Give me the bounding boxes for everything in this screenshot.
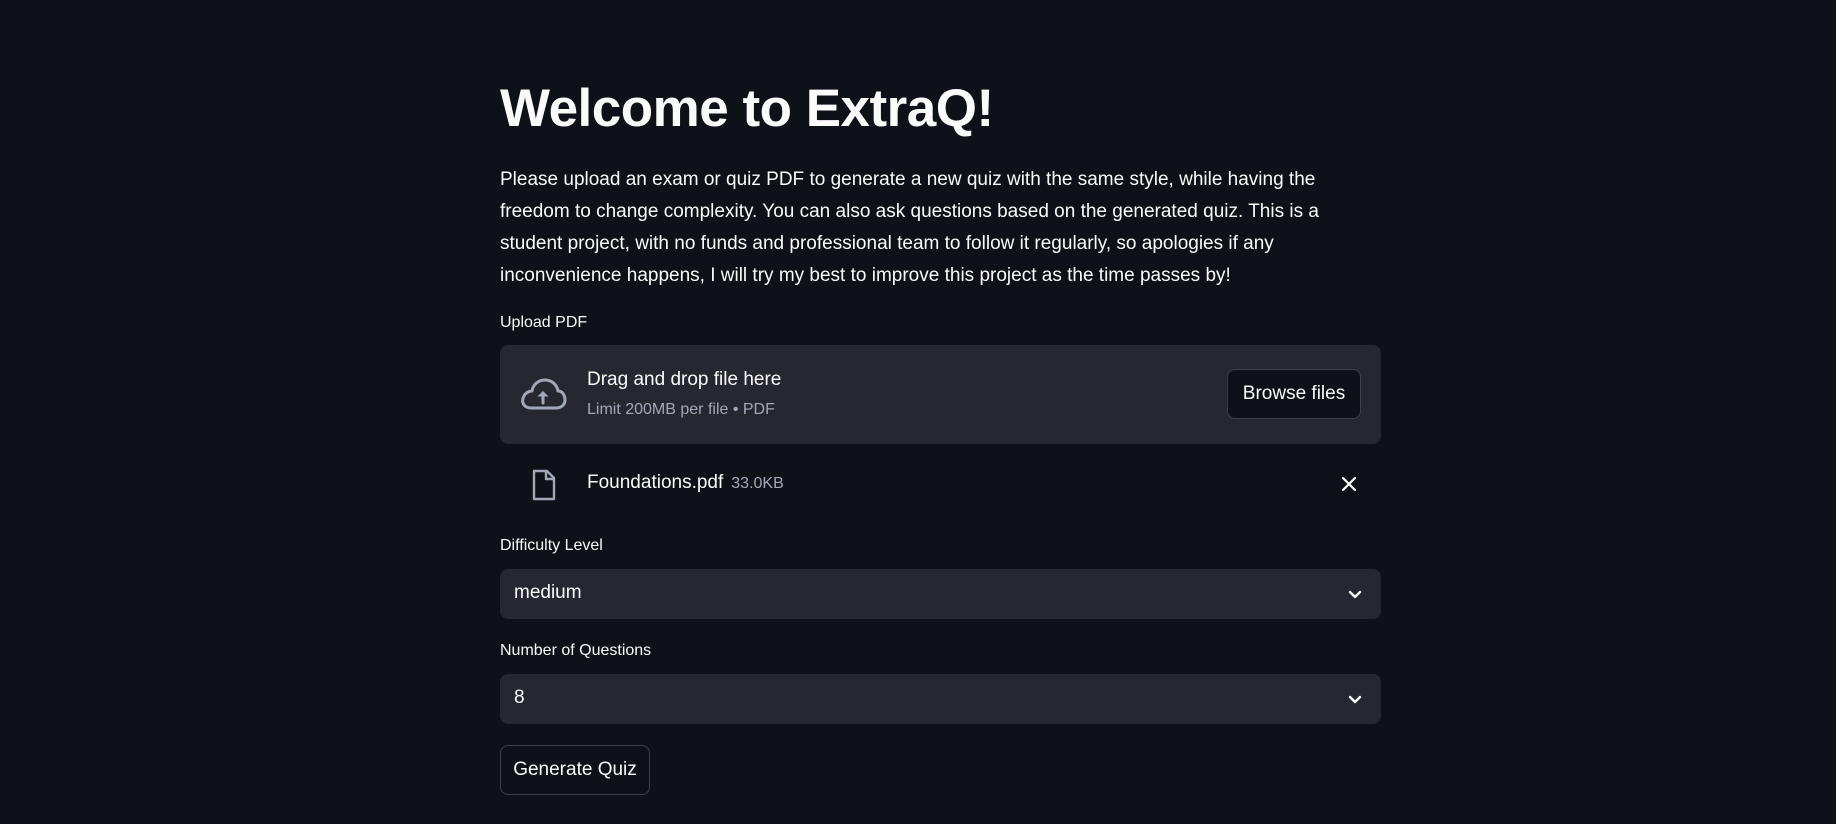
- difficulty-label: Difficulty Level: [500, 537, 603, 554]
- browse-files-button[interactable]: Browse files: [1227, 369, 1361, 419]
- file-name: Foundations.pdf 33.0KB: [587, 472, 784, 494]
- chevron-down-icon: [1348, 590, 1362, 599]
- difficulty-select[interactable]: medium: [500, 569, 1381, 619]
- dropzone-subtitle: Limit 200MB per file • PDF: [587, 401, 775, 418]
- intro-text: Please upload an exam or quiz PDF to gen…: [500, 169, 1319, 286]
- chevron-down-icon: [1348, 695, 1362, 704]
- upload-label: Upload PDF: [500, 314, 588, 331]
- page-title: Welcome to ExtraQ!: [500, 79, 994, 138]
- uploaded-file-row: Foundations.pdf 33.0KB: [500, 460, 1381, 506]
- generate-quiz-button[interactable]: Generate Quiz: [500, 745, 650, 795]
- num-questions-label: Number of Questions: [500, 642, 652, 659]
- file-dropzone[interactable]: Drag and drop file here Limit 200MB per …: [500, 345, 1381, 444]
- file-icon: [532, 469, 556, 501]
- cloud-upload-icon: [521, 378, 567, 410]
- num-questions-value: 8: [514, 687, 525, 708]
- file-size: 33.0KB: [731, 475, 784, 492]
- close-icon[interactable]: [1338, 473, 1360, 495]
- file-name-text: Foundations.pdf: [587, 472, 724, 493]
- difficulty-value: medium: [514, 582, 582, 603]
- num-questions-select[interactable]: 8: [500, 674, 1381, 724]
- dropzone-title: Drag and drop file here: [587, 369, 782, 390]
